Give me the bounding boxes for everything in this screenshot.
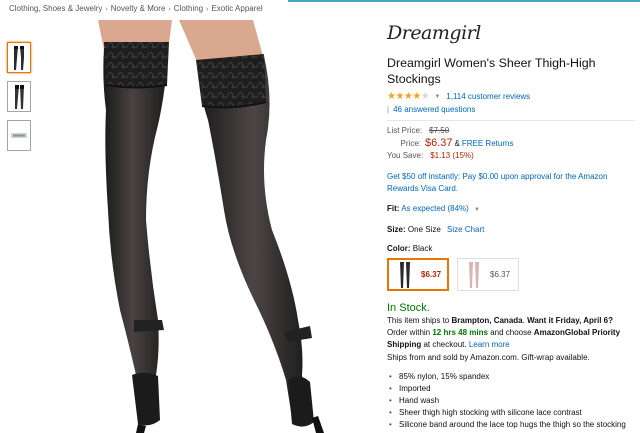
sold-by-text: Ships from and sold by Amazon.com. Gift-… <box>387 353 590 362</box>
learn-more-link[interactable]: Learn more <box>469 340 510 349</box>
order-within-prefix: Order within <box>387 328 431 337</box>
divider: | <box>387 105 390 114</box>
color-value: Black <box>412 244 433 253</box>
star-half: ★ <box>420 91 430 102</box>
fit-value-link[interactable]: As expected (84%) <box>401 204 469 213</box>
price-label: Price: <box>400 139 421 148</box>
answered-questions-link[interactable]: 46 answered questions <box>393 105 475 114</box>
feature-bullet: Silicone band around the lace top hugs t… <box>387 419 635 433</box>
rewards-card-promo-link[interactable]: Get $50 off instantly: Pay $0.00 upon ap… <box>387 171 635 195</box>
feature-bullets: 85% nylon, 15% spandex Imported Hand was… <box>387 371 635 433</box>
breadcrumb-clothing[interactable]: Clothing <box>174 4 203 13</box>
feature-bullet: 85% nylon, 15% spandex <box>387 371 635 383</box>
order-countdown: 12 hrs 48 mins <box>432 328 488 337</box>
you-save-value: $1.13 (15%) <box>430 151 474 160</box>
feature-bullet: Hand wash <box>387 395 635 407</box>
right-leg <box>198 56 308 418</box>
breadcrumb-clothing-shoes-jewelry[interactable]: Clothing, Shoes & Jewelry <box>9 4 102 13</box>
price-block: List Price: $7.50 Price: $6.37 & FREE Re… <box>387 125 635 162</box>
thumbnail-legs-front[interactable] <box>7 42 31 73</box>
feature-bullet: Imported <box>387 383 635 395</box>
list-price-value: $7.50 <box>429 126 450 135</box>
size-row: Size: One Size Size Chart <box>387 225 635 234</box>
color-label: Color: <box>387 244 411 253</box>
chevron-down-icon[interactable]: ▼ <box>434 94 440 100</box>
swatch-black[interactable]: $6.37 <box>387 258 449 291</box>
product-details: Dreamgirl Dreamgirl Women's Sheer Thigh-… <box>387 22 635 433</box>
shipping-info: This item ships to Brampton, Canada. Wan… <box>387 316 621 349</box>
size-chart-link[interactable]: Size Chart <box>447 225 484 234</box>
left-leg <box>103 48 168 415</box>
breadcrumb-separator: › <box>168 6 171 13</box>
swatch-black-image <box>400 261 410 288</box>
chevron-down-icon[interactable]: ▼ <box>474 207 480 213</box>
thumbnail-package[interactable] <box>7 120 31 151</box>
breadcrumb: Clothing, Shoes & Jewelry › Novelty & More… <box>9 4 263 13</box>
stars-full: ★★★★ <box>387 91 421 102</box>
product-main-image[interactable] <box>48 20 378 433</box>
breadcrumb-separator: › <box>206 6 209 13</box>
section-divider <box>387 120 635 121</box>
list-price-label: List Price: <box>387 126 423 135</box>
product-title: Dreamgirl Women's Sheer Thigh-High Stock… <box>387 56 596 86</box>
ship-to-prefix: This item ships to <box>387 316 450 325</box>
swatch-nude-price: $6.37 <box>490 270 511 279</box>
image-thumbnails <box>7 42 31 159</box>
breadcrumb-separator: › <box>105 6 108 13</box>
size-value: One Size <box>407 225 441 234</box>
brand-logo[interactable]: Dreamgirl <box>387 22 635 52</box>
color-row: Color: Black <box>387 244 635 253</box>
choose-text: and choose <box>490 328 532 337</box>
swatch-nude[interactable]: $6.37 <box>457 258 519 291</box>
at-checkout-text: at checkout. <box>423 340 467 349</box>
price-value: $6.37 <box>425 137 453 149</box>
fit-row: Fit: As expected (84%) ▼ <box>387 204 635 213</box>
thumbnail-legs-side[interactable] <box>7 81 31 112</box>
size-label: Size: <box>387 225 406 234</box>
swatch-nude-image <box>469 261 479 288</box>
you-save-label: You Save: <box>387 151 424 160</box>
rating-row: ★★★★★ ▼ 1,114 customer reviews <box>387 91 635 102</box>
top-accent-line <box>288 0 640 2</box>
breadcrumb-novelty-more[interactable]: Novelty & More <box>111 4 166 13</box>
breadcrumb-exotic-apparel[interactable]: Exotic Apparel <box>211 4 262 13</box>
delivery-date: Want it Friday, April 6? <box>527 316 614 325</box>
star-rating-icon[interactable]: ★★★★★ <box>387 91 430 102</box>
color-swatches: $6.37 $6.37 <box>387 258 635 291</box>
swatch-black-price: $6.37 <box>421 270 442 279</box>
in-stock-status: In Stock. <box>387 302 430 314</box>
customer-reviews-link[interactable]: 1,114 customer reviews <box>446 92 530 101</box>
price-amp: & <box>454 139 460 148</box>
fit-label: Fit: <box>387 204 400 213</box>
free-returns-link[interactable]: FREE Returns <box>462 138 514 150</box>
feature-bullet: Sheer thigh high stocking with silicone … <box>387 407 635 419</box>
answered-questions-row: | 46 answered questions <box>387 105 635 114</box>
ship-to-location: Brampton, Canada <box>451 316 523 325</box>
